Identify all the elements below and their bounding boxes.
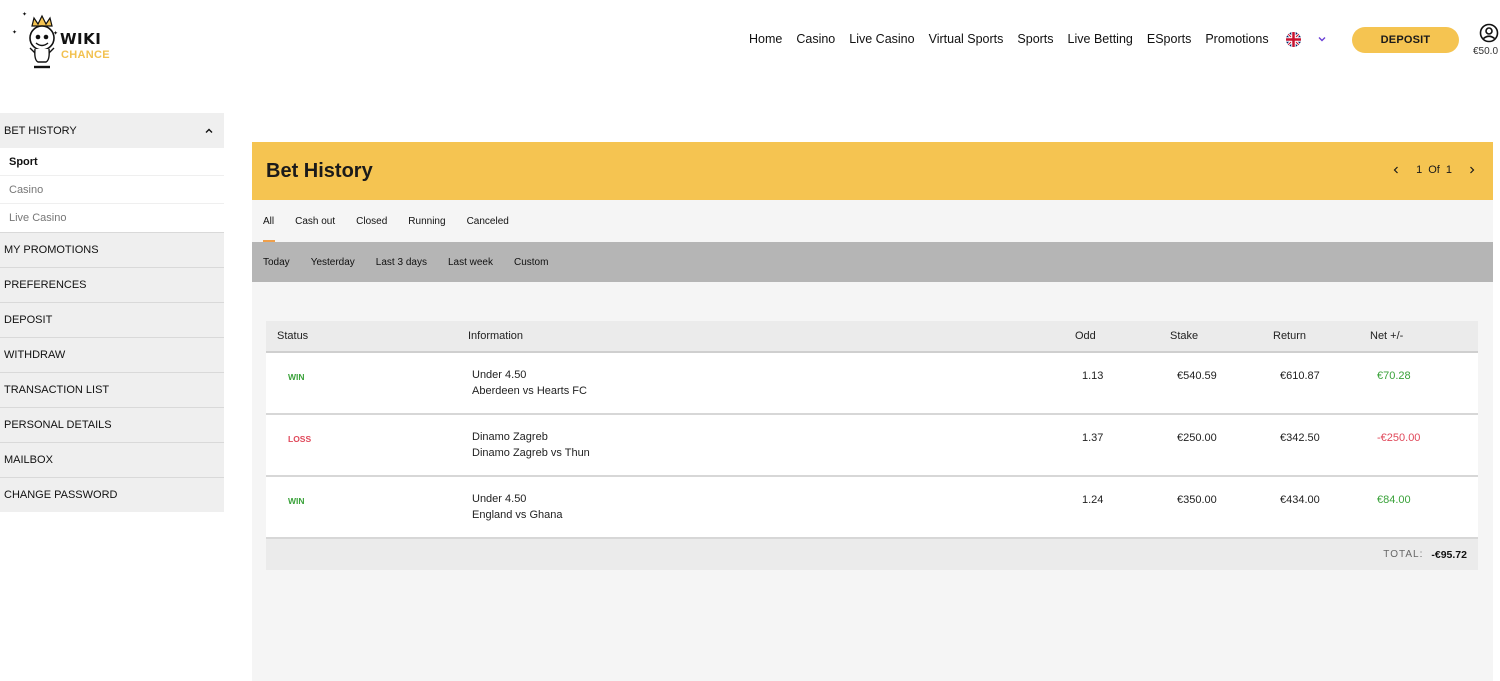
bet-return: €434.00: [1280, 494, 1320, 506]
total-value: -€95.72: [1431, 548, 1467, 561]
chevron-left-icon[interactable]: [1391, 165, 1401, 175]
nav-sports[interactable]: Sports: [1017, 32, 1053, 46]
nav-live-betting[interactable]: Live Betting: [1068, 32, 1133, 46]
table-row[interactable]: LOSS Dinamo Zagreb Dinamo Zagreb vs Thun…: [266, 415, 1478, 477]
status-badge: WIN: [288, 496, 305, 506]
sidebar-bet-history-header[interactable]: BET HISTORY: [0, 113, 224, 148]
main-nav: Home Casino Live Casino Virtual Sports S…: [749, 32, 1283, 46]
bet-net: €70.28: [1377, 370, 1411, 382]
bet-history-panel: Bet History 1 Of 1 All Cash out Closed R…: [252, 142, 1493, 681]
sidebar-item-deposit[interactable]: DEPOSIT: [0, 302, 224, 337]
nav-live-casino[interactable]: Live Casino: [849, 32, 914, 46]
brand-subname: CHANCE: [61, 49, 110, 61]
top-header: ✦ ✦ ✦ WIKI CHANCE Home Casino Live Casin…: [0, 0, 1500, 80]
sidebar-subitem-sport[interactable]: Sport: [0, 148, 224, 176]
bet-history-banner: Bet History 1 Of 1: [252, 142, 1493, 200]
bet-information: Under 4.50 England vs Ghana: [468, 491, 1075, 523]
sidebar-item-withdraw[interactable]: WITHDRAW: [0, 337, 224, 372]
bet-net: -€250.00: [1377, 432, 1421, 444]
filter-today[interactable]: Today: [263, 257, 290, 268]
filter-yesterday[interactable]: Yesterday: [311, 257, 355, 268]
column-stake: Stake: [1170, 330, 1199, 342]
bet-odd: 1.37: [1082, 432, 1104, 444]
status-badge: LOSS: [288, 434, 312, 444]
table-row[interactable]: WIN Under 4.50 Aberdeen vs Hearts FC 1.1…: [266, 353, 1478, 415]
brand-name: WIKI: [60, 30, 102, 48]
column-return: Return: [1273, 330, 1307, 342]
table-header: Status Information Odd Stake Return Net …: [266, 321, 1478, 353]
pagination: 1 Of 1: [1391, 164, 1477, 176]
pager-of-label: Of: [1428, 164, 1440, 176]
bet-return: €610.87: [1280, 370, 1320, 382]
bet-stake: €540.59: [1177, 370, 1217, 382]
filter-last-3-days[interactable]: Last 3 days: [376, 257, 427, 268]
sidebar-item-change-password[interactable]: CHANGE PASSWORD: [0, 477, 224, 512]
chevron-right-icon[interactable]: [1467, 165, 1477, 175]
bet-stake: €350.00: [1177, 494, 1217, 506]
sidebar-subitem-live-casino[interactable]: Live Casino: [0, 204, 224, 232]
date-filters: Today Yesterday Last 3 days Last week Cu…: [252, 242, 1493, 282]
nav-promotions[interactable]: Promotions: [1205, 32, 1268, 46]
sidebar-section-title: BET HISTORY: [4, 124, 77, 137]
page-title: Bet History: [266, 160, 373, 182]
filter-custom[interactable]: Custom: [514, 257, 548, 268]
column-odd: Odd: [1075, 330, 1096, 342]
bet-selection: Dinamo Zagreb: [472, 431, 548, 443]
bet-match: England vs Ghana: [472, 509, 563, 521]
account-balance: €50.0: [1473, 46, 1499, 57]
total-label: TOTAL:: [1383, 549, 1424, 560]
account-sidebar: BET HISTORY Sport Casino Live Casino MY …: [0, 113, 224, 512]
status-badge: WIN: [288, 372, 305, 382]
nav-esports[interactable]: ESports: [1147, 32, 1191, 46]
bet-net: €84.00: [1377, 494, 1411, 506]
filter-last-week[interactable]: Last week: [448, 257, 493, 268]
column-information: Information: [468, 330, 524, 342]
pager-total: 1: [1445, 164, 1452, 176]
bet-match: Dinamo Zagreb vs Thun: [472, 447, 590, 459]
sidebar-item-my-promotions[interactable]: MY PROMOTIONS: [0, 232, 224, 267]
column-net: Net +/-: [1370, 330, 1404, 342]
chevron-up-icon: [205, 128, 213, 133]
bet-history-table: Status Information Odd Stake Return Net …: [266, 321, 1478, 570]
bet-odd: 1.24: [1082, 494, 1104, 506]
sidebar-submenu: Sport Casino Live Casino: [0, 148, 224, 232]
tab-all[interactable]: All: [263, 200, 276, 242]
user-account-icon[interactable]: [1479, 23, 1499, 43]
tab-running[interactable]: Running: [408, 200, 445, 242]
tab-cash-out[interactable]: Cash out: [295, 200, 335, 242]
chevron-down-icon[interactable]: [1317, 34, 1327, 44]
sidebar-item-preferences[interactable]: PREFERENCES: [0, 267, 224, 302]
column-status: Status: [277, 330, 309, 342]
tab-canceled[interactable]: Canceled: [467, 200, 509, 242]
table-row[interactable]: WIN Under 4.50 England vs Ghana 1.24 €35…: [266, 477, 1478, 539]
bet-selection: Under 4.50: [472, 369, 527, 381]
deposit-button[interactable]: DEPOSIT: [1352, 27, 1459, 53]
tab-closed[interactable]: Closed: [356, 200, 387, 242]
bet-information: Dinamo Zagreb Dinamo Zagreb vs Thun: [468, 429, 1075, 461]
nav-casino[interactable]: Casino: [796, 32, 835, 46]
sidebar-item-personal-details[interactable]: PERSONAL DETAILS: [0, 407, 224, 442]
pager-current: 1: [1416, 164, 1423, 176]
sidebar-item-transaction-list[interactable]: TRANSACTION LIST: [0, 372, 224, 407]
bet-match: Aberdeen vs Hearts FC: [472, 385, 587, 397]
bet-return: €342.50: [1280, 432, 1320, 444]
uk-flag-icon[interactable]: [1286, 32, 1301, 47]
sidebar-item-mailbox[interactable]: MAILBOX: [0, 442, 224, 477]
bet-information: Under 4.50 Aberdeen vs Hearts FC: [468, 367, 1075, 399]
nav-home[interactable]: Home: [749, 32, 782, 46]
table-total: TOTAL: -€95.72: [266, 539, 1478, 570]
svg-text:✦: ✦: [12, 29, 17, 36]
status-tabs: All Cash out Closed Running Canceled: [252, 200, 1493, 242]
bet-stake: €250.00: [1177, 432, 1217, 444]
nav-virtual-sports[interactable]: Virtual Sports: [929, 32, 1004, 46]
sidebar-subitem-casino[interactable]: Casino: [0, 176, 224, 204]
svg-text:✦: ✦: [22, 11, 27, 18]
bet-odd: 1.13: [1082, 370, 1104, 382]
bet-selection: Under 4.50: [472, 493, 527, 505]
